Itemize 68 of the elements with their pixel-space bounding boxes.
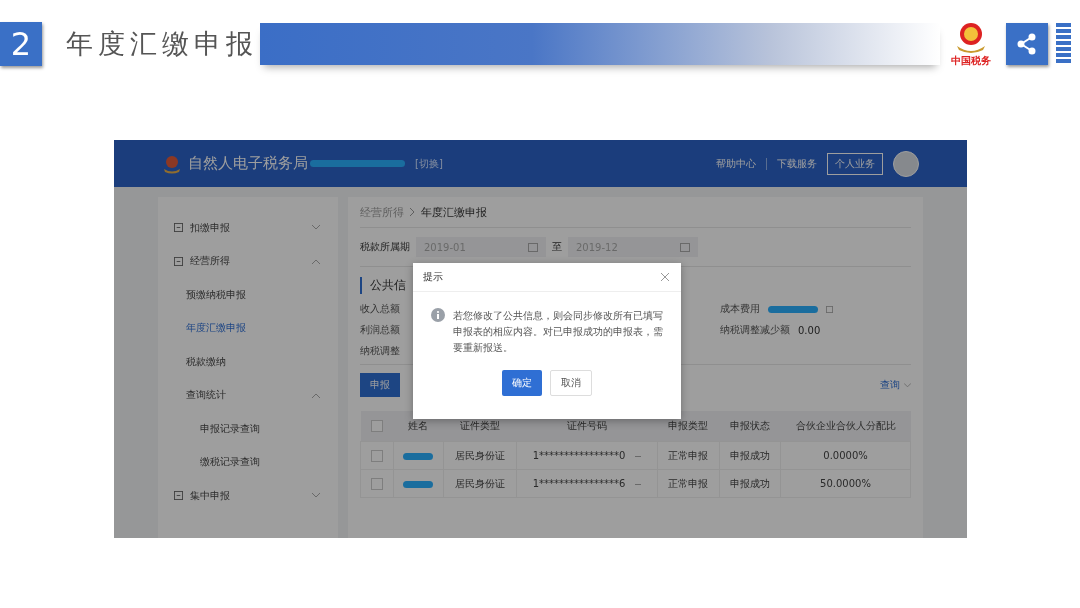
table-cell: 正常申报 <box>657 441 720 470</box>
emblem-icon <box>162 153 182 174</box>
range-separator: 至 <box>552 240 562 254</box>
sidebar-item[interactable]: 缴税记录查询 <box>158 445 338 479</box>
sidebar-label: 扣缴申报 <box>190 220 230 235</box>
sidebar-item[interactable]: 查询统计 <box>158 378 338 412</box>
menu-icon <box>174 491 183 501</box>
field-value: 0.00 <box>798 324 821 336</box>
redaction-mark <box>768 305 818 313</box>
nav-link[interactable]: 帮助中心 <box>716 156 756 171</box>
submit-button[interactable]: 申报 <box>360 373 400 397</box>
edit-icon <box>826 305 833 313</box>
menu-icon <box>174 256 183 266</box>
field-label: 收入总额 <box>360 302 400 316</box>
table-cell: 申报成功 <box>719 441 781 470</box>
chevron-icon <box>410 205 415 219</box>
chevron-icon <box>904 382 911 388</box>
table-cell: 居民身份证 <box>443 469 517 498</box>
field-label: 利润总额 <box>360 323 400 337</box>
checkbox[interactable] <box>371 477 383 490</box>
field-label: 成本费用 <box>720 302 760 316</box>
info-icon <box>431 308 445 322</box>
field-label: 税款所属期 <box>360 240 410 254</box>
sidebar-item[interactable]: 扣缴申报 <box>158 211 338 245</box>
query-link[interactable]: 查询 <box>880 378 900 392</box>
checkbox[interactable] <box>371 420 383 432</box>
column-header: 申报状态 <box>719 411 781 442</box>
redaction-mark <box>403 480 434 488</box>
table-cell: 1****************6 <box>532 478 626 489</box>
sidebar-item[interactable]: 经营所得 <box>158 244 338 278</box>
dash-icon <box>635 483 642 485</box>
sidebar-item[interactable]: 税款缴纳 <box>158 345 338 379</box>
sidebar-label: 集中申报 <box>190 488 230 503</box>
sidebar-item[interactable]: 年度汇缴申报 <box>158 311 338 345</box>
sidebar-item[interactable]: 预缴纳税申报 <box>158 278 338 312</box>
dash-icon <box>635 455 642 457</box>
sidebar-item[interactable]: 申报记录查询 <box>158 412 338 446</box>
menu-icon <box>174 223 183 233</box>
share-button[interactable] <box>1006 23 1048 65</box>
close-button[interactable] <box>659 271 671 283</box>
table-cell: 申报成功 <box>719 469 781 498</box>
breadcrumb-item: 年度汇缴申报 <box>421 204 487 220</box>
checkbox[interactable] <box>371 449 383 462</box>
slide-title: 年度汇缴申报 <box>66 27 258 61</box>
sidebar-label: 经营所得 <box>190 254 230 269</box>
switch-link[interactable]: [切换] <box>415 156 443 171</box>
logo-text: 中国税务 <box>951 54 991 68</box>
redaction-mark <box>403 452 434 460</box>
column-header: 合伙企业合伙人分配比 <box>780 411 911 442</box>
dialog-message: 若您修改了公共信息，则会同步修改所有已填写申报表的相应内容。对已申报成功的申报表，需要重新报送。 <box>453 309 663 355</box>
calendar-icon <box>680 242 690 252</box>
table-cell: 正常申报 <box>657 469 720 498</box>
sidebar-item[interactable]: 集中申报 <box>158 479 338 513</box>
table-cell: 1****************0 <box>532 450 626 461</box>
table-cell: 0.0000% <box>780 441 911 470</box>
account-button[interactable]: 个人业务 <box>827 152 883 175</box>
calendar-icon <box>528 242 538 252</box>
cancel-button[interactable]: 取消 <box>550 370 592 396</box>
field-label: 纳税调整减少额 <box>720 323 790 337</box>
stripe-decoration <box>1056 23 1071 65</box>
section-number: 2 <box>0 22 42 66</box>
avatar[interactable] <box>893 150 919 177</box>
brand-name: 自然人电子税务局 <box>188 154 308 173</box>
field-label: 纳税调整 <box>360 344 400 358</box>
table-cell: 居民身份证 <box>443 441 517 470</box>
nav-link[interactable]: 下载服务 <box>777 156 817 171</box>
table-cell: 50.0000% <box>780 469 911 498</box>
confirm-button[interactable]: 确定 <box>502 370 542 396</box>
